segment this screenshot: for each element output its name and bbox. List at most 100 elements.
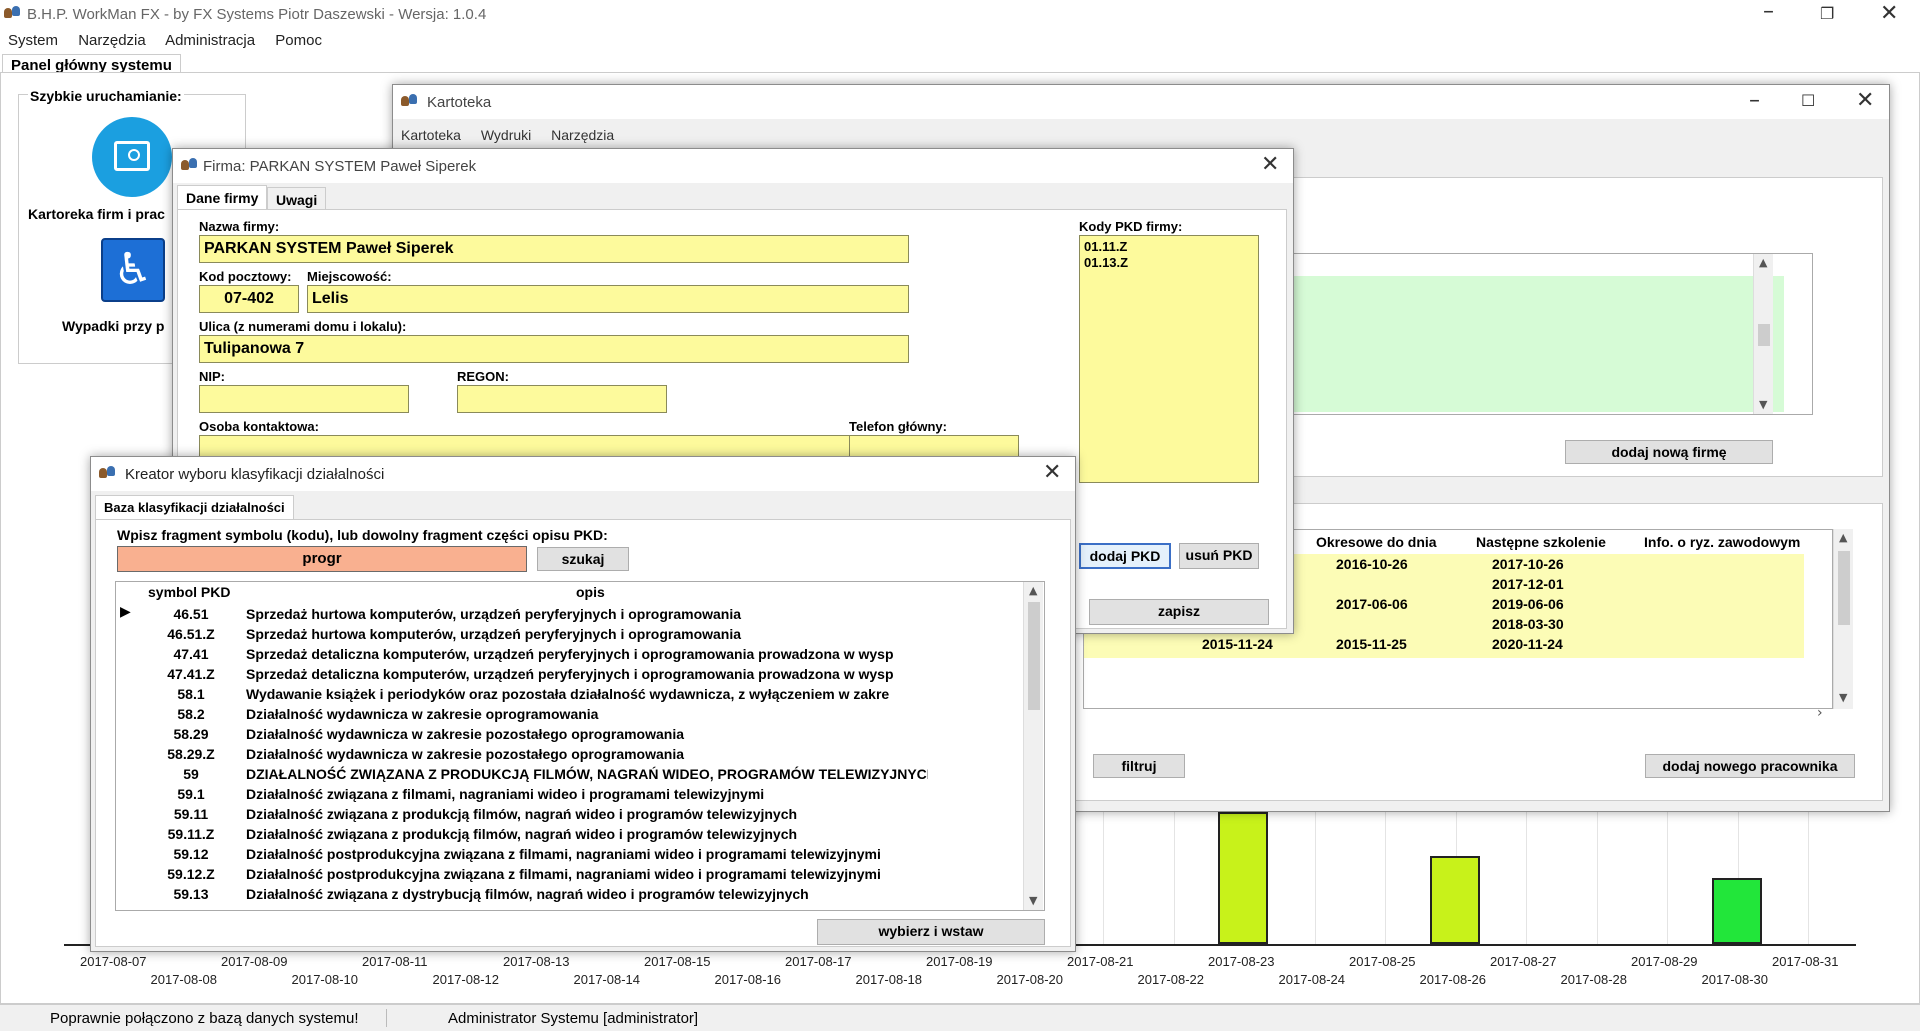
kreator-title: Kreator wyboru klasyfikacji działalności (125, 466, 385, 483)
x-tick-label: 2017-08-12 (432, 972, 500, 987)
pkd-results-grid[interactable]: symbol PKD opis ▶ 46.51 Sprzedaż hurtowa … (115, 581, 1045, 911)
kartoteka-close-icon[interactable]: ✕ (1856, 90, 1874, 112)
employee-cell-a[interactable]: 2015-11-24 (1202, 636, 1273, 652)
city-label: Miejscowość: (307, 269, 392, 284)
kartoteka-launch-label[interactable]: Kartoreka firm i prac (28, 206, 165, 222)
employees-hscroll-right[interactable]: › (1817, 705, 1823, 721)
employees-scrollbar[interactable]: ▲ ▼ (1833, 529, 1853, 709)
header-info[interactable]: Info. o ryz. zawodowym (1644, 534, 1800, 550)
employee-cell-b[interactable]: 2016-10-26 (1336, 556, 1408, 572)
employee-cell-c[interactable]: 2020-11-24 (1492, 636, 1563, 652)
zip-field[interactable]: 07-402 (199, 285, 299, 313)
remove-pkd-button[interactable]: usuń PKD (1179, 543, 1259, 569)
tab-dane-firmy[interactable]: Dane firmy (177, 185, 268, 210)
kreator-close-icon[interactable]: ✕ (1043, 462, 1061, 484)
col-desc-header[interactable]: opis (576, 584, 605, 600)
x-tick-label: 2017-08-15 (644, 954, 711, 969)
add-company-button[interactable]: dodaj nową firmę (1565, 440, 1773, 464)
x-tick-label: 2017-08-20 (996, 972, 1064, 987)
chart-gridline (1526, 790, 1527, 944)
pkd-description: Sprzedaż hurtowa komputerów, urządzeń pe… (246, 626, 742, 642)
kartoteka-launch-icon[interactable] (92, 117, 172, 197)
pkd-symbol: 58.29.Z (167, 746, 215, 762)
search-button[interactable]: szukaj (537, 547, 629, 571)
x-tick-label: 2017-08-18 (855, 972, 923, 987)
kartoteka-titlebar: Kartoteka – ☐ ✕ (393, 85, 1889, 119)
pkd-description: DZIAŁALNOŚĆ ZWIĄZANA Z PRODUKCJĄ FILMÓW,… (246, 766, 928, 782)
tab-baza-klasyfikacji[interactable]: Baza klasyfikacji działalności (95, 495, 294, 519)
pkd-search-input[interactable]: progr (117, 546, 527, 572)
header-nastepne[interactable]: Następne szkolenie (1476, 534, 1606, 550)
pkd-description: Działalność związana z produkcją filmów,… (246, 806, 798, 822)
employee-cell-c[interactable]: 2019-06-06 (1492, 596, 1564, 612)
street-field[interactable]: Tulipanowa 7 (199, 335, 909, 363)
header-okresowe[interactable]: Okresowe do dnia (1316, 534, 1437, 550)
x-tick-label: 2017-08-21 (1067, 954, 1134, 969)
select-insert-button[interactable]: wybierz i wstaw (817, 919, 1045, 945)
kartoteka-menu-kartoteka[interactable]: Kartoteka (401, 127, 461, 143)
kartoteka-minimize-icon[interactable]: – (1749, 90, 1760, 112)
x-tick-label: 2017-08-11 (362, 954, 428, 969)
kreator-titlebar: Kreator wyboru klasyfikacji działalności… (91, 457, 1075, 491)
city-field[interactable]: Lelis (307, 285, 909, 313)
kreator-prompt: Wpisz fragment symbolu (kodu), lub dowol… (117, 527, 608, 543)
pkd-description: Sprzedaż detaliczna komputerów, urządzeń… (246, 646, 894, 662)
company-list[interactable] (1293, 253, 1813, 415)
street-label: Ulica (z numerami domu i lokalu): (199, 319, 407, 334)
employee-cell-c[interactable]: 2017-10-26 (1492, 556, 1564, 572)
pkd-code-item[interactable]: 01.11.Z (1084, 239, 1254, 255)
kreator-window: Kreator wyboru klasyfikacji działalności… (90, 456, 1076, 952)
pkd-symbol: 58.2 (177, 706, 205, 722)
menu-system[interactable]: System (8, 32, 58, 49)
x-tick-label: 2017-08-31 (1772, 954, 1839, 969)
main-menubar: System Narzędzia Administracja Pomoc (8, 32, 338, 49)
nip-label: NIP: (199, 369, 225, 384)
add-pkd-button[interactable]: dodaj PKD (1079, 543, 1171, 569)
minimize-icon[interactable]: – (1763, 1, 1774, 23)
zip-label: Kod pocztowy: (199, 269, 292, 284)
company-name-field[interactable]: PARKAN SYSTEM Paweł Siperek (199, 235, 909, 263)
pkd-codes-list[interactable]: 01.11.Z 01.13.Z (1079, 235, 1259, 483)
tab-main-panel[interactable]: Panel główny systemu (2, 54, 181, 74)
pkd-symbol: 59.11 (173, 806, 209, 822)
phone-label: Telefon główny: (849, 419, 947, 434)
employee-cell-b[interactable]: 2017-06-06 (1336, 596, 1408, 612)
app-titlebar: B.H.P. WorkMan FX - by FX Systems Piotr … (0, 0, 1920, 30)
x-tick-label: 2017-08-29 (1631, 954, 1698, 969)
x-tick-label: 2017-08-22 (1137, 972, 1205, 987)
app-title: B.H.P. WorkMan FX - by FX Systems Piotr … (27, 6, 487, 23)
kartoteka-menu-wydruki[interactable]: Wydruki (481, 127, 531, 143)
menu-administracja[interactable]: Administracja (165, 32, 255, 49)
employee-cell-b[interactable]: 2015-11-25 (1336, 636, 1407, 652)
regon-field[interactable] (457, 385, 667, 413)
nip-field[interactable] (199, 385, 409, 413)
company-list-scrollbar[interactable]: ▲ ▼ (1753, 254, 1773, 414)
kartoteka-maximize-icon[interactable]: ☐ (1801, 91, 1815, 111)
pkd-description: Działalność związana z dystrybucją filmó… (246, 886, 809, 902)
pkd-description: Wydawanie książek i periodyków oraz pozo… (246, 686, 890, 702)
pkd-results-scrollbar[interactable]: ▲ ▼ (1023, 582, 1043, 910)
menu-narzedzia[interactable]: Narzędzia (78, 32, 146, 49)
save-button[interactable]: zapisz (1089, 599, 1269, 625)
employee-cell-c[interactable]: 2017-12-01 (1492, 576, 1564, 592)
filter-button[interactable]: filtruj (1093, 754, 1185, 778)
restore-icon[interactable]: ❐ (1820, 4, 1834, 24)
pkd-code-item[interactable]: 01.13.Z (1084, 255, 1254, 271)
kartoteka-menu-narzedzia[interactable]: Narzędzia (551, 127, 614, 143)
close-icon[interactable]: ✕ (1880, 3, 1898, 25)
add-employee-button[interactable]: dodaj nowego pracownika (1645, 754, 1855, 778)
accident-launch-label[interactable]: Wypadki przy p (62, 318, 164, 334)
chart-gridline (1596, 790, 1598, 944)
x-tick-label: 2017-08-07 (80, 954, 147, 969)
x-tick-label: 2017-08-19 (926, 954, 993, 969)
firma-title: Firma: PARKAN SYSTEM Paweł Siperek (203, 158, 477, 175)
firma-close-icon[interactable]: ✕ (1261, 154, 1279, 176)
x-tick-label: 2017-08-30 (1701, 972, 1769, 987)
pkd-description: Działalność postprodukcyjna związana z f… (246, 866, 881, 882)
employee-cell-c[interactable]: 2018-03-30 (1492, 616, 1564, 632)
pkd-symbol: 59.13 (173, 886, 209, 902)
company-name-label: Nazwa firmy: (199, 219, 280, 234)
accident-launch-icon[interactable]: ♿ (101, 238, 165, 302)
col-symbol-header[interactable]: symbol PKD (148, 584, 230, 600)
menu-pomoc[interactable]: Pomoc (275, 32, 322, 49)
